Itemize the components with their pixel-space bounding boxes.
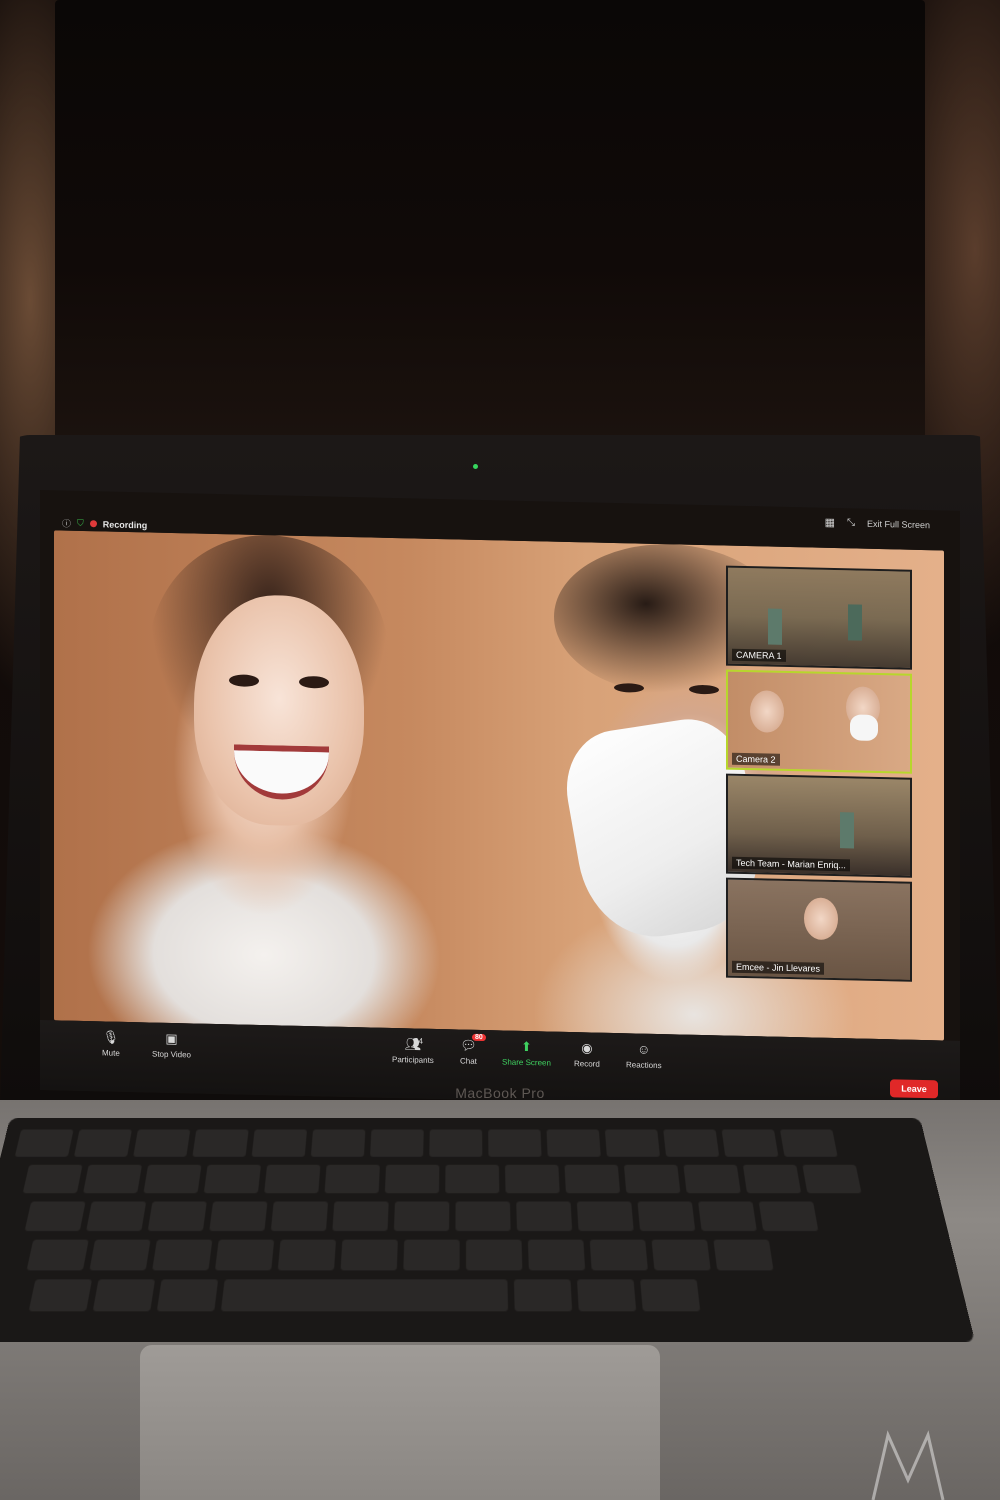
webcam-indicator [473,464,478,469]
participant-tile-tech-team[interactable]: Tech Team - Marian Enriq... [726,773,912,878]
participant-tile-camera-2[interactable]: Camera 2 [726,669,912,774]
participants-icon: 👥︎ [404,1036,422,1052]
participant-name: Tech Team - Marian Enriq... [732,856,850,872]
stop-video-button[interactable]: ▣ Stop Video [152,1031,191,1060]
gallery-view-icon[interactable]: ▦ [825,516,835,529]
speaker-face-left [194,593,364,828]
participant-name: CAMERA 1 [732,648,786,662]
background-shelf [840,812,854,849]
participant-strip: CAMERA 1 Camera 2 Tech Team - Marian Enr… [726,565,916,986]
chat-label: Chat [460,1056,477,1066]
macbook-bezel-label: MacBook Pro [455,1085,545,1101]
reactions-button[interactable]: ☺ Reactions [626,1041,662,1071]
eye [229,674,259,687]
record-button[interactable]: ◉ Record [574,1040,600,1069]
share-screen-icon: ⬆ [521,1038,532,1055]
share-screen-button[interactable]: ⬆ Share Screen [502,1038,551,1068]
participants-button[interactable]: 👥︎ 64 Participants [392,1036,434,1065]
exit-fullscreen-button[interactable]: Exit Full Screen [867,518,930,529]
participant-face [750,690,784,733]
background-shelf [768,608,782,645]
key-row [28,1279,701,1312]
background-shelf [848,604,862,641]
photographer-logo-watermark [871,1430,945,1500]
keyboard [0,1118,976,1342]
record-label: Record [574,1059,600,1069]
key-row [24,1201,819,1232]
share-screen-label: Share Screen [502,1057,551,1068]
key-row [14,1129,838,1157]
participants-label: Participants [392,1054,434,1065]
participant-tile-camera-1[interactable]: CAMERA 1 [726,565,912,670]
participant-face [804,897,838,941]
participants-count: 64 [414,1036,423,1046]
smile [234,744,329,801]
record-icon: ◉ [581,1040,593,1056]
reactions-label: Reactions [626,1060,662,1071]
key-row [22,1164,862,1194]
participant-tile-emcee[interactable]: Emcee - Jin Llevares [726,877,912,982]
recording-label: Recording [102,518,148,530]
trackpad [140,1345,660,1500]
chat-button[interactable]: 💬︎ 80 Chat [460,1033,486,1066]
face-mask [850,714,878,742]
recording-dot-icon [89,520,97,528]
eye [299,675,329,689]
view-controls: ▦ ⤡ Exit Full Screen [825,516,930,531]
info-icon[interactable]: ⓘ [62,516,71,529]
mute-label: Mute [102,1048,120,1058]
speaker-eyes-right [614,683,734,702]
shield-icon[interactable]: ⛉ [77,518,84,529]
recording-indicator: ⓘ ⛉ Recording [62,516,147,531]
participant-name: Camera 2 [732,752,780,766]
exit-fullscreen-icon[interactable]: ⤡ [847,517,855,528]
microphone-icon: 🎙︎ [102,1029,120,1045]
laptop-screen: ⓘ ⛉ Recording ▦ ⤡ Exit Full Screen CAMER… [40,490,960,1111]
video-camera-icon: ▣ [165,1030,178,1047]
stop-video-label: Stop Video [152,1049,191,1060]
mute-button[interactable]: 🎙︎ Mute [102,1029,120,1057]
participant-name: Emcee - Jin Llevares [732,960,825,975]
reactions-icon: ☺ [637,1041,651,1057]
background-tv [55,0,925,440]
key-row [26,1239,774,1271]
chat-unread-badge: 80 [472,1033,486,1042]
